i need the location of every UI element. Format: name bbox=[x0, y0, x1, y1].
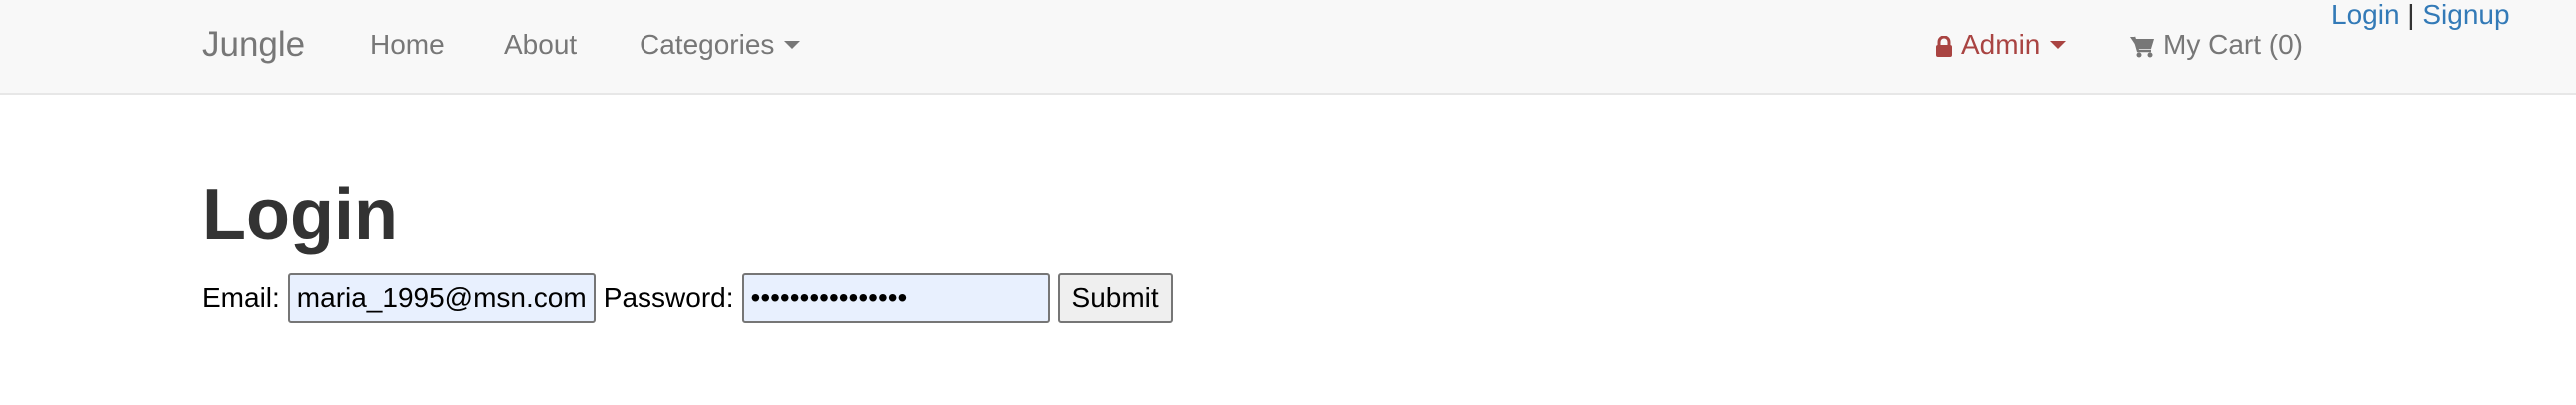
password-field[interactable] bbox=[741, 273, 1050, 323]
caret-down-icon bbox=[784, 40, 801, 49]
nav-admin-dropdown[interactable]: Admin bbox=[1935, 28, 2067, 62]
nav-about-link[interactable]: About bbox=[504, 28, 577, 62]
password-label: Password: bbox=[603, 282, 734, 313]
caret-down-icon bbox=[2050, 40, 2067, 49]
signup-link[interactable]: Signup bbox=[2422, 0, 2509, 30]
lock-icon bbox=[1936, 35, 1952, 57]
nav-home-link[interactable]: Home bbox=[370, 28, 445, 62]
login-form: Email: Password: Submit bbox=[202, 272, 1173, 324]
auth-links: Login | Signup bbox=[2331, 0, 2510, 30]
nav-cart-label: My Cart (0) bbox=[2163, 29, 2303, 60]
login-link[interactable]: Login bbox=[2331, 0, 2400, 30]
submit-button[interactable]: Submit bbox=[1057, 273, 1173, 323]
auth-separator: | bbox=[2407, 0, 2415, 30]
email-field[interactable] bbox=[287, 273, 596, 323]
shopping-cart-icon bbox=[2130, 36, 2154, 58]
top-navbar: Jungle Home About Categories Admin My Ca… bbox=[0, 0, 2576, 95]
nav-cart-link[interactable]: My Cart (0) bbox=[2129, 28, 2303, 62]
brand-logo-link[interactable]: Jungle bbox=[202, 24, 305, 66]
email-label: Email: bbox=[202, 282, 280, 313]
nav-admin-label: Admin bbox=[1961, 29, 2041, 60]
page-title: Login bbox=[202, 175, 398, 255]
nav-categories-label: Categories bbox=[640, 29, 775, 60]
nav-categories-dropdown[interactable]: Categories bbox=[640, 28, 801, 62]
